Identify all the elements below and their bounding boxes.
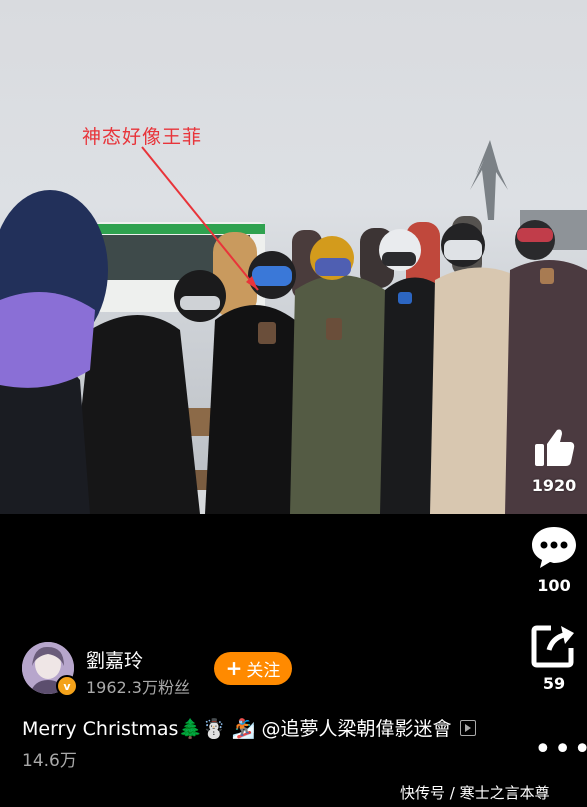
like-count: 1920 — [531, 476, 577, 495]
more-options-button[interactable]: ••• — [534, 732, 587, 767]
post-caption[interactable]: Merry Christmas🌲☃️ 🏂 @追夢人梁朝偉影迷會 14.6万 — [22, 714, 492, 776]
play-count-icon — [459, 720, 476, 736]
share-button[interactable]: 59 — [524, 622, 584, 693]
like-button[interactable]: 1920 — [524, 424, 584, 495]
plus-icon: + — [225, 655, 243, 680]
caption-text: Merry Christmas🌲☃️ 🏂 @追夢人梁朝偉影迷會 — [22, 718, 452, 740]
comment-button[interactable]: 100 — [524, 524, 584, 595]
follow-button[interactable]: + 关注 — [214, 652, 292, 685]
share-count: 59 — [542, 674, 566, 693]
verified-badge-icon: v — [56, 675, 78, 697]
share-icon — [531, 625, 574, 668]
thumbs-up-icon — [535, 429, 575, 466]
ski-group-photo — [0, 140, 587, 514]
watermark: 快传号 / 寒士之言本尊 — [400, 784, 550, 802]
comment-bubble-icon — [532, 527, 576, 568]
author-name[interactable]: 劉嘉玲 — [86, 646, 143, 673]
fan-count: 1962.3万粉丝 — [86, 678, 190, 697]
view-count: 14.6万 — [22, 751, 77, 771]
comment-count: 100 — [537, 576, 571, 595]
follow-label: 关注 — [246, 661, 281, 681]
annotation-label: 神态好像王菲 — [82, 126, 203, 148]
video-frame[interactable]: 神态好像王菲 — [0, 0, 587, 514]
